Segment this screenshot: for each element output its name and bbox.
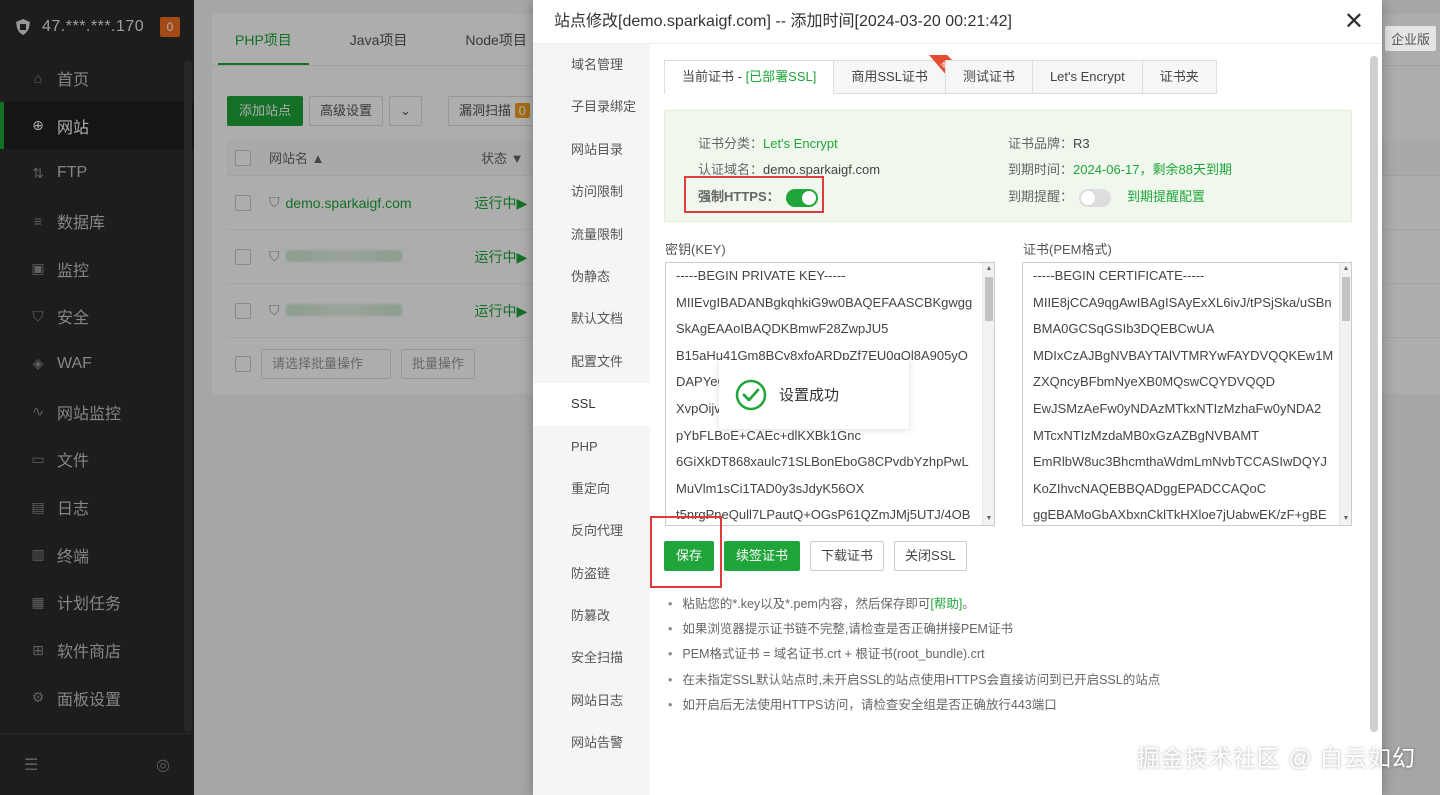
text-line: ZXQncyBFbmNyeXB0MQswCQYDVQQD — [1033, 374, 1275, 390]
text-line: KoZIhvcNAQEBBQADggEPADCCAQoC — [1033, 480, 1267, 496]
help-link[interactable]: [帮助] — [930, 597, 962, 611]
dialog-nav-item[interactable]: 配置文件 — [533, 341, 650, 383]
dialog-nav-item[interactable]: 域名管理 — [533, 44, 650, 86]
dialog-nav-item[interactable]: 防盗链 — [533, 553, 650, 595]
dialog-nav-item[interactable]: SSL — [533, 383, 650, 426]
pem-scrollbar[interactable]: ▲ ▼ — [1339, 263, 1351, 525]
dialog-nav-item[interactable]: 反向代理 — [533, 510, 650, 552]
tab-test-cert[interactable]: 测试证书 — [944, 60, 1033, 94]
key-label: 密钥(KEY) — [665, 242, 726, 257]
text-line: MuVlm1sCi1TAD0y3sJdyK56OX — [676, 480, 865, 496]
dialog-nav: 域名管理 子目录绑定 网站目录 访问限制 流量限制 伪静态 默认文档 配置文件 SSL PHP 重定… — [533, 44, 650, 795]
dialog-nav-item[interactable]: 防篡改 — [533, 595, 650, 637]
tip-item: 粘贴您的*.key以及*.pem内容，然后保存即可[帮助]。 — [668, 592, 1160, 617]
tip-item: 如果浏览器提示证书链不完整,请检查是否正确拼接PEM证书 — [668, 617, 1160, 642]
tip-item: 如开启后无法使用HTTPS访问，请检查安全组是否正确放行443端口 — [668, 693, 1160, 718]
toast-message: 设置成功 — [779, 387, 840, 404]
text-line: SkAgEAAoIBAQDKBmwF28ZwpJU5 — [676, 321, 889, 337]
text-line: MIIE8jCCA9qgAwIBAgISAyExXL6ivJ/tPSjSka/u… — [1033, 294, 1332, 310]
dialog-nav-item[interactable]: 网站日志 — [533, 680, 650, 722]
tip-item: 在未指定SSL默认站点时,未开启SSL的站点使用HTTPS会直接访问到已开启SS… — [668, 668, 1160, 693]
tab-cert-folder[interactable]: 证书夹 — [1141, 60, 1217, 94]
text-line: MDIxCzAJBgNVBAYTAlVTMRYwFAYDVQQKEw1M — [1033, 347, 1334, 363]
dialog-scrollbar[interactable] — [1370, 56, 1378, 732]
expire-remind-row: 到期提醒： 到期提醒配置 — [1008, 186, 1205, 207]
tab-commercial-ssl[interactable]: 商用SSL证书 推荐 — [833, 55, 955, 94]
dialog-nav-item[interactable]: 网站目录 — [533, 129, 650, 171]
cert-type: 证书分类：Let's Encrypt — [698, 136, 838, 151]
edition-badge: 企业版 — [1385, 26, 1437, 51]
text-line: -----BEGIN PRIVATE KEY----- — [676, 268, 846, 283]
ssl-tips: 粘贴您的*.key以及*.pem内容，然后保存即可[帮助]。如果浏览器提示证书链… — [668, 592, 1160, 718]
dialog-nav-item[interactable]: 流量限制 — [533, 214, 650, 256]
pem-label: 证书(PEM格式) — [1023, 242, 1112, 257]
dialog-nav-item[interactable]: 子目录绑定 — [533, 86, 650, 128]
ssl-tabs: 当前证书 - [已部署SSL] 商用SSL证书 推荐 测试证书 Let's En… — [664, 55, 1217, 94]
cert-expire: 到期时间：2024-06-17，剩余88天到期 — [1008, 162, 1232, 177]
dialog-nav-item[interactable]: 默认文档 — [533, 298, 650, 340]
watermark: 掘金技术社区 @ 白云如幻 — [1136, 745, 1416, 771]
success-check-icon — [735, 379, 767, 410]
dialog-title: 站点修改[demo.sparkaigf.com] -- 添加时间[2024-03… — [533, 0, 1382, 44]
dialog-nav-item[interactable]: 重定向 — [533, 468, 650, 510]
dialog-nav-item[interactable]: PHP — [533, 426, 650, 468]
text-line: MTcxNTIzMzdaMB0xGzAZBgNVBAMT — [1033, 427, 1260, 443]
highlight-box-save — [650, 516, 722, 588]
text-line: ggEBAMoGbAXbxnCklTkHXloe7jUabwEK/zF+gBE — [1033, 507, 1327, 523]
highlight-box-https — [684, 176, 824, 213]
text-line: -----BEGIN CERTIFICATE----- — [1033, 268, 1205, 283]
renew-cert-button[interactable]: 续签证书 — [724, 541, 801, 571]
tip-item: PEM格式证书 = 域名证书.crt + 根证书(root_bundle).cr… — [668, 642, 1160, 667]
close-ssl-button[interactable]: 关闭SSL — [894, 541, 967, 571]
expire-remind-toggle[interactable] — [1079, 188, 1112, 207]
text-line: 6GiXkDT868xaulc71SLBonEboG8CPvdbYzhpPwL — [676, 454, 969, 470]
tab-letsencrypt[interactable]: Let's Encrypt — [1031, 60, 1143, 94]
download-cert-button[interactable]: 下载证书 — [810, 541, 885, 571]
tab-current-cert[interactable]: 当前证书 - [已部署SSL] — [664, 60, 835, 94]
key-scrollbar[interactable]: ▲ ▼ — [982, 263, 994, 525]
close-icon[interactable]: ✕ — [1344, 10, 1364, 34]
text-line: EwJSMzAeFw0yNDAzMTkxNTIzMzhaFw0yNDA2 — [1033, 400, 1322, 416]
text-line: BMA0GCSqGSIb3DQEBCwUA — [1033, 321, 1215, 337]
cert-brand: 证书品牌：R3 — [1008, 136, 1090, 151]
success-toast: 设置成功 — [719, 360, 909, 429]
dialog-nav-item[interactable]: 伪静态 — [533, 256, 650, 298]
site-edit-dialog: 站点修改[demo.sparkaigf.com] -- 添加时间[2024-03… — [533, 0, 1382, 795]
text-line: EmRlbW8uc3BhcmthaWdmLmNvbTCCASIwDQYJ — [1033, 454, 1328, 470]
text-line: MIIEvgIBADANBgkqhkiG9w0BAQEFAASCBKgwgg — [676, 294, 973, 310]
dialog-nav-item[interactable]: 访问限制 — [533, 171, 650, 213]
dialog-nav-item[interactable]: 安全扫描 — [533, 637, 650, 679]
pem-textarea[interactable]: -----BEGIN CERTIFICATE----- MIIE8jCCA9qgA… — [1022, 262, 1352, 526]
remind-config-link[interactable]: 到期提醒配置 — [1127, 189, 1205, 204]
dialog-nav-item[interactable]: 网站告警 — [533, 722, 650, 764]
